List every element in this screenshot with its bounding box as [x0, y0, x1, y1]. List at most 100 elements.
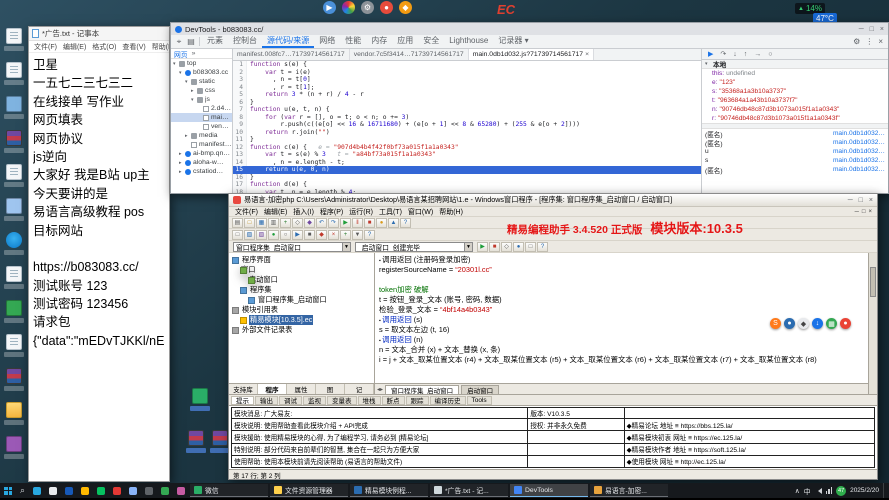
callstack-frame[interactable]: (匿名)main.0db1d032…	[702, 165, 888, 174]
desktop-icon[interactable]	[4, 130, 24, 153]
toolbar-icon[interactable]: ↶	[316, 218, 327, 228]
toolbar-icon[interactable]: ▲	[388, 218, 399, 228]
output-tab[interactable]: Tools	[467, 396, 492, 405]
output-tab[interactable]: 监视	[303, 396, 326, 405]
kebab-menu-icon[interactable]: ⋮	[865, 37, 873, 46]
toolbar-icon[interactable]: ×	[328, 230, 339, 240]
toolbar-app-icon[interactable]: ●	[380, 1, 393, 14]
settings-gear-icon[interactable]: ⚙	[853, 37, 860, 46]
scope-variable[interactable]: s:"35368a1a3b10a3737"	[702, 87, 888, 96]
input-method-indicator[interactable]: 中	[804, 486, 811, 496]
device-toolbar-icon[interactable]: ▤	[185, 37, 197, 46]
minimize-button[interactable]: ─	[848, 197, 853, 204]
devtools-panel-tab[interactable]: 安全	[418, 35, 444, 48]
desktop-icon[interactable]	[4, 402, 24, 425]
toolbar-app-icon[interactable]: ▶	[323, 1, 336, 14]
floating-tool-icon[interactable]: S	[770, 318, 781, 329]
file-tree-item[interactable]: ▸ai-bmp.qnetongap.b0…	[171, 149, 232, 158]
desktop-icon[interactable]	[4, 198, 24, 221]
toolbar-icon[interactable]: ■	[364, 218, 375, 228]
toolbar-icon[interactable]: ▶	[340, 218, 351, 228]
notepad-titlebar[interactable]: *广告.txt - 记事本	[29, 27, 169, 41]
ide-menu-item[interactable]: 编辑(E)	[261, 207, 290, 217]
toolbar-icon[interactable]: +	[280, 218, 291, 228]
inspect-icon[interactable]: ⌖	[173, 37, 185, 47]
desktop-icon[interactable]	[4, 164, 24, 187]
toolbar-icon[interactable]: ?	[537, 242, 548, 252]
notepad-menu-item[interactable]: 格式(O)	[89, 42, 119, 52]
toolbar-icon[interactable]: ▶	[292, 230, 303, 240]
scrollbar-thumb[interactable]	[870, 267, 876, 297]
output-tab[interactable]: 堆栈	[358, 396, 381, 405]
resource-tab[interactable]: 属性	[287, 384, 316, 394]
task-button[interactable]: 微信	[190, 484, 268, 497]
editor-file-tab[interactable]: manifest.008fc7…71739714561717	[233, 49, 350, 60]
task-button[interactable]: 易语言-加密...	[590, 484, 668, 497]
desktop-icon[interactable]	[190, 388, 210, 411]
output-tab[interactable]: 调试	[279, 396, 302, 405]
toolbar-icon[interactable]: ‖	[352, 218, 363, 228]
resource-tree-item[interactable]: 窗口程序集_启动窗口	[229, 295, 374, 305]
file-tree-item[interactable]: vendor.7c5f341…	[171, 122, 232, 131]
notepad-menu-item[interactable]: 编辑(E)	[60, 42, 89, 52]
ide-menu-item[interactable]: 窗口(W)	[405, 207, 436, 217]
scope-variable[interactable]: t:"963684a1a43b10a3737f7"	[702, 96, 888, 105]
resource-tree-item[interactable]: 程序集	[229, 285, 374, 295]
task-button[interactable]: DevTools	[510, 484, 588, 497]
frame-location[interactable]: main.0db1d032…	[833, 130, 885, 137]
output-tab[interactable]: 变量表	[327, 396, 357, 405]
file-tree-item[interactable]: ▸css	[171, 86, 232, 95]
pinned-app-icon[interactable]	[33, 487, 41, 495]
tray-chevron-icon[interactable]: ∧	[795, 487, 800, 495]
floating-tool-icon[interactable]: ▦	[826, 318, 837, 329]
toolbar-icon[interactable]: ↷	[328, 218, 339, 228]
close-button[interactable]: ×	[880, 26, 884, 33]
pinned-app-icon[interactable]	[65, 487, 73, 495]
show-desktop-button[interactable]	[883, 483, 887, 498]
code-editor[interactable]: 1function s(e) {2 var t = i(e)3 , n = t[…	[233, 61, 701, 193]
resource-tree-item[interactable]: 模块引用表	[229, 305, 374, 315]
floating-tool-icon[interactable]: ◆	[798, 318, 809, 329]
sheet-tab[interactable]: 窗口程序集_启动窗口	[385, 385, 459, 394]
notepad-menu-item[interactable]: 文件(F)	[31, 42, 60, 52]
maximize-button[interactable]: □	[870, 26, 874, 33]
scope-variable[interactable]: n:"90746db48c87d3b1073a015f1a1a0343"	[702, 105, 888, 114]
devtools-panel-tab[interactable]: 元素	[202, 35, 228, 48]
tab-page[interactable]: 网页	[174, 49, 188, 59]
mdi-restore-button[interactable]: □	[862, 209, 866, 215]
frame-location[interactable]: main.0db1d032…	[833, 139, 885, 146]
ide-menu-item[interactable]: 帮助(H)	[436, 207, 466, 217]
class-combo[interactable]: 窗口程序集_启动窗口 ▼	[233, 242, 351, 252]
toolbar-icon[interactable]: ▶	[477, 242, 488, 252]
desktop-icon[interactable]	[4, 232, 24, 255]
notepad-menu-item[interactable]: 查看(V)	[119, 42, 148, 52]
toolbar-icon[interactable]: ■	[489, 242, 500, 252]
devtools-panel-tab[interactable]: 控制台	[228, 35, 262, 48]
toolbar-icon[interactable]: ○	[280, 230, 291, 240]
toolbar-icon[interactable]: ▤	[232, 218, 243, 228]
file-tree-item[interactable]: ▾js	[171, 95, 232, 104]
pinned-app-icon[interactable]	[129, 487, 137, 495]
file-tree-item[interactable]: ▸cstatiod…	[171, 167, 232, 176]
resource-tree-item[interactable]: 窗口	[229, 265, 374, 275]
toolbar-icon[interactable]: ◆	[304, 218, 315, 228]
toolbar-icon[interactable]: ◇	[501, 242, 512, 252]
toolbar-icon[interactable]: □	[244, 218, 255, 228]
toolbar-icon[interactable]: ▼	[352, 230, 363, 240]
output-tab[interactable]: 断点	[382, 396, 405, 405]
speaker-icon[interactable]	[815, 488, 822, 494]
file-tree-item[interactable]: main.0db1d03…	[171, 113, 232, 122]
scope-variable[interactable]: e:"123"	[702, 78, 888, 87]
pinned-app-icon[interactable]	[49, 487, 57, 495]
devtools-panel-tab[interactable]: 内存	[366, 35, 392, 48]
resource-tree-item[interactable]: 外部文件记录表	[229, 325, 374, 335]
devtools-panel-tab[interactable]: 应用	[392, 35, 418, 48]
resource-tab[interactable]: 支持库	[229, 384, 258, 394]
desktop-icon[interactable]	[4, 266, 24, 289]
debugger-control-icon[interactable]: ↷	[720, 50, 726, 58]
resource-tab[interactable]: 图	[316, 384, 345, 394]
ide-titlebar[interactable]: 易语言-加密php C:\Users\Administrator\Desktop…	[229, 194, 877, 207]
scope-variable[interactable]: r:"90746db48c87d3b1073a015f1a1a0343f"	[702, 114, 888, 123]
toolbar-icon[interactable]: ?	[400, 218, 411, 228]
resource-tree-item[interactable]: 程序界面	[229, 255, 374, 265]
